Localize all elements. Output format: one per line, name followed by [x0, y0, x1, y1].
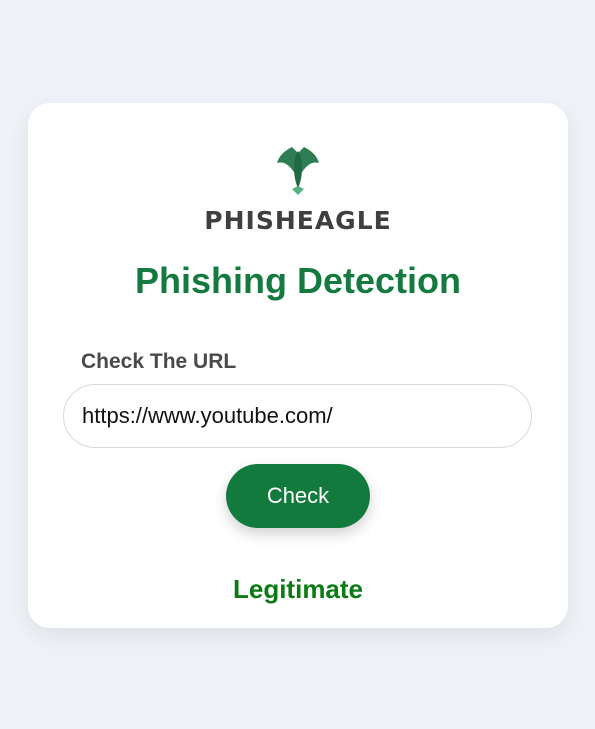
eagle-icon — [277, 147, 319, 195]
detection-card: PHISHEAGLE Phishing Detection Check The … — [28, 103, 568, 628]
check-button[interactable]: Check — [226, 464, 370, 528]
brand-logo-text: PHISHEAGLE — [204, 206, 392, 235]
result-status-text: Legitimate — [232, 574, 364, 604]
page-title: Phishing Detection — [134, 260, 462, 301]
url-field-label: Check The URL — [81, 350, 237, 373]
url-input[interactable] — [63, 384, 532, 448]
